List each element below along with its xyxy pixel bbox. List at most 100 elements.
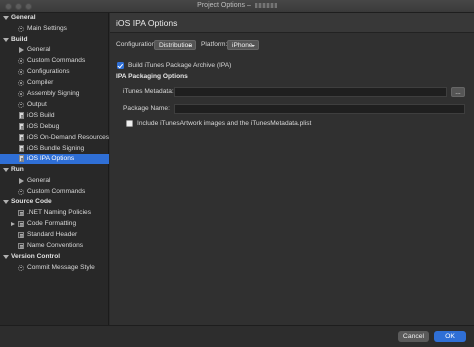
window-title: Project Options – xyxy=(0,2,474,9)
build-ipa-checkbox[interactable] xyxy=(117,62,124,69)
include-artwork-label: Include iTunesArtwork images and the iTu… xyxy=(137,120,312,127)
sidebar-item-ios-ipa-options[interactable]: iOS IPA Options xyxy=(0,153,109,164)
build-ipa-label: Build iTunes Package Archive (IPA) xyxy=(128,62,232,69)
sidebar-item-label: General xyxy=(27,176,51,184)
sidebar-item-label: Custom Commands xyxy=(27,187,86,195)
sidebar-item-ios-on-demand-resources[interactable]: iOS On-Demand Resources xyxy=(0,133,109,143)
section-run[interactable]: Run xyxy=(0,165,109,175)
gear-icon xyxy=(18,80,24,86)
sidebar-item-label: iOS Debug xyxy=(27,122,60,130)
sidebar-item-label: Custom Commands xyxy=(27,57,86,64)
document-icon xyxy=(18,155,24,162)
sidebar-item-label: Code Formatting xyxy=(27,220,77,227)
window-titlebar: Project Options – xyxy=(0,0,474,13)
disclosure-triangle-icon[interactable] xyxy=(3,167,9,172)
document-icon xyxy=(18,123,24,130)
cancel-button[interactable]: Cancel xyxy=(398,331,429,342)
section-source-code[interactable]: Source Code xyxy=(0,197,109,207)
sidebar-item-ios-build[interactable]: iOS Build xyxy=(0,111,109,121)
gear-icon xyxy=(18,91,24,97)
sidebar-item-label: Name Conventions xyxy=(27,242,84,249)
section-build[interactable]: Build xyxy=(0,35,109,45)
panel-header: iOS IPA Options xyxy=(110,13,474,33)
sidebar-item-commit-message-style[interactable]: Commit Message Style xyxy=(0,263,109,273)
sidebar-item-label: iOS Bundle Signing xyxy=(27,144,85,152)
sidebar-item-assembly-signing[interactable]: Assembly Signing xyxy=(0,89,109,99)
section-label: General xyxy=(11,14,36,21)
dialog-footer: Cancel OK xyxy=(0,325,474,347)
gear-icon xyxy=(18,58,24,64)
sidebar-item-ios-bundle-signing[interactable]: iOS Bundle Signing xyxy=(0,144,109,154)
gear-icon xyxy=(18,69,24,75)
play-icon xyxy=(19,177,24,184)
chevron-down-icon xyxy=(188,45,192,47)
sidebar-item-label: Output xyxy=(27,100,47,108)
settings-icon xyxy=(18,25,24,32)
itunes-metadata-field[interactable] xyxy=(174,87,447,97)
sidebar-item-label: Configurations xyxy=(27,68,70,75)
settings-icon xyxy=(18,264,24,271)
sidebar-item-build-general[interactable]: General xyxy=(0,45,109,55)
options-sidebar: General Main Settings Build General Cust… xyxy=(0,13,109,325)
sidebar-item-label: iOS On-Demand Resources xyxy=(27,133,110,141)
platform-label: Platform: xyxy=(201,41,228,48)
section-label: Build xyxy=(11,35,28,43)
sidebar-item-label: .NET Naming Policies xyxy=(27,209,92,216)
browse-metadata-button[interactable]: ... xyxy=(451,87,465,97)
document-icon xyxy=(18,112,24,119)
section-label: Run xyxy=(11,165,24,173)
sidebar-item-build-custom-commands[interactable]: Custom Commands xyxy=(0,56,109,66)
configuration-label: Configuration: xyxy=(116,41,158,48)
sidebar-item-main-settings[interactable]: Main Settings xyxy=(0,24,109,34)
list-icon xyxy=(18,232,24,238)
packaging-options-heading: IPA Packaging Options xyxy=(116,73,188,80)
ok-button[interactable]: OK xyxy=(434,331,466,342)
sidebar-item-label: Commit Message Style xyxy=(27,263,95,271)
include-artwork-checkbox[interactable] xyxy=(126,120,133,127)
page-title: iOS IPA Options xyxy=(116,18,178,28)
redacted-project-name xyxy=(254,2,277,8)
sidebar-item-label: iOS IPA Options xyxy=(27,154,75,162)
package-name-label: Package Name: xyxy=(123,105,170,112)
disclosure-triangle-icon[interactable] xyxy=(3,16,9,20)
itunes-metadata-label: iTunes Metadata: xyxy=(123,88,174,95)
sidebar-item-run-custom-commands[interactable]: Custom Commands xyxy=(0,187,109,197)
sidebar-item-label: Compiler xyxy=(27,79,54,86)
chevron-down-icon xyxy=(251,45,255,47)
platform-select[interactable]: iPhone xyxy=(227,40,259,50)
document-icon xyxy=(18,145,24,152)
gear-icon xyxy=(18,188,24,195)
disclosure-triangle-icon[interactable] xyxy=(3,37,9,42)
sidebar-item-name-conventions[interactable]: Name Conventions xyxy=(0,241,109,251)
play-icon xyxy=(19,47,24,53)
document-icon xyxy=(18,134,24,141)
section-version-control[interactable]: Version Control xyxy=(0,252,109,262)
package-name-field[interactable] xyxy=(174,104,465,114)
sidebar-item-configurations[interactable]: Configurations xyxy=(0,67,109,77)
sidebar-item-output[interactable]: Output xyxy=(0,100,109,110)
sidebar-item-code-formatting[interactable]: Code Formatting xyxy=(0,219,109,229)
list-icon xyxy=(18,221,24,227)
list-icon xyxy=(18,243,24,249)
sidebar-item-label: Assembly Signing xyxy=(27,90,80,97)
sidebar-item-run-general[interactable]: General xyxy=(0,176,109,186)
disclosure-collapsed-icon[interactable] xyxy=(11,221,15,226)
sidebar-item-label: iOS Build xyxy=(27,111,55,119)
sidebar-item-label: Main Settings xyxy=(27,24,67,32)
list-icon xyxy=(18,210,24,216)
sidebar-item-label: Standard Header xyxy=(27,231,78,238)
sidebar-item-compiler[interactable]: Compiler xyxy=(0,78,109,88)
platform-value: iPhone xyxy=(232,42,253,49)
sidebar-item-ios-debug[interactable]: iOS Debug xyxy=(0,122,109,132)
disclosure-triangle-icon[interactable] xyxy=(3,200,9,204)
sidebar-item-standard-header[interactable]: Standard Header xyxy=(0,230,109,240)
gear-icon xyxy=(18,101,24,108)
disclosure-triangle-icon[interactable] xyxy=(3,254,9,259)
options-panel: iOS IPA Options Configuration: Distribut… xyxy=(110,13,474,325)
configuration-select[interactable]: Distribution xyxy=(154,40,196,50)
sidebar-item-naming-policies[interactable]: .NET Naming Policies xyxy=(0,208,109,218)
section-label: Source Code xyxy=(11,198,52,205)
section-general[interactable]: General xyxy=(0,13,109,23)
section-label: Version Control xyxy=(11,252,61,260)
sidebar-item-label: General xyxy=(27,46,51,53)
